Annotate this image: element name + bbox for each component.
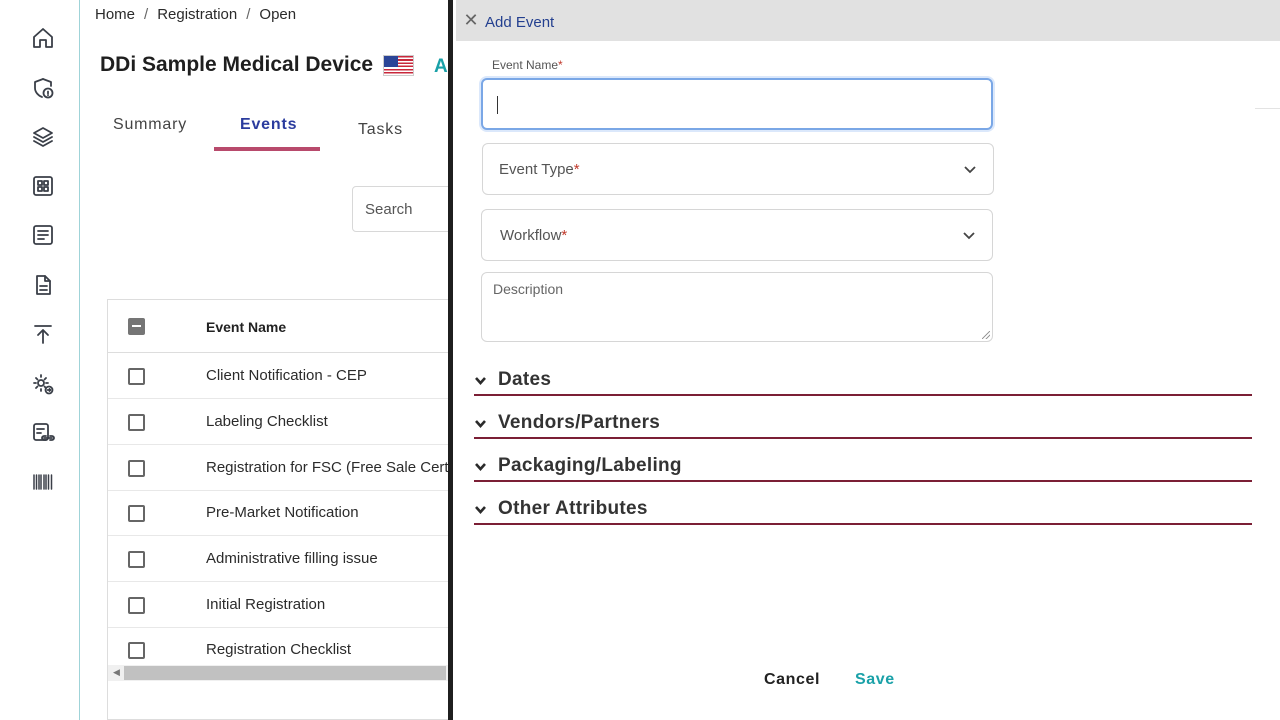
active-tab-indicator — [214, 147, 320, 151]
event-name-cell[interactable]: Registration Checklist — [206, 641, 351, 658]
events-table: Event Name Client Notification - CEP Lab… — [107, 299, 452, 720]
breadcrumb-registration[interactable]: Registration — [157, 6, 237, 23]
section-dates[interactable]: Dates — [474, 368, 1252, 396]
table-header: Event Name — [108, 300, 452, 353]
page-title: DDi Sample Medical Device — [100, 53, 374, 76]
chevron-down-icon — [474, 374, 487, 387]
file-icon[interactable] — [30, 272, 56, 298]
drawer-header: ✕ Add Event — [456, 0, 1280, 41]
section-title: Other Attributes — [498, 498, 648, 519]
description-textarea[interactable]: Description — [481, 272, 993, 342]
shield-info-icon[interactable] — [30, 75, 56, 101]
save-button[interactable]: Save — [855, 671, 895, 689]
breadcrumb-home[interactable]: Home — [95, 6, 135, 23]
row-checkbox[interactable] — [128, 597, 145, 614]
section-other-attributes[interactable]: Other Attributes — [474, 497, 1252, 525]
us-flag-icon — [383, 55, 414, 76]
column-header-event-name[interactable]: Event Name — [206, 319, 286, 335]
divider — [1255, 108, 1280, 109]
add-event-drawer: ✕ Add Event Event Name* Event Type* Work… — [456, 0, 1280, 720]
table-row[interactable]: Initial Registration — [108, 582, 452, 628]
table-row[interactable]: Labeling Checklist — [108, 399, 452, 445]
upload-icon[interactable] — [30, 321, 56, 347]
event-name-cell[interactable]: Registration for FSC (Free Sale Cert — [206, 459, 449, 476]
home-icon[interactable] — [30, 25, 56, 51]
layers-icon[interactable] — [30, 124, 56, 150]
event-name-input[interactable] — [481, 78, 993, 130]
link-document-icon[interactable] — [30, 420, 56, 446]
chevron-down-icon — [963, 162, 977, 176]
chevron-down-icon — [474, 417, 487, 430]
page-action-letter[interactable]: A — [434, 56, 448, 78]
event-name-cell[interactable]: Client Notification - CEP — [206, 367, 367, 384]
text-caret — [497, 96, 498, 114]
drawer-divider — [448, 0, 453, 720]
list-document-icon[interactable] — [30, 222, 56, 248]
select-all-checkbox[interactable] — [128, 318, 145, 335]
chevron-down-icon — [474, 460, 487, 473]
section-packaging-labeling[interactable]: Packaging/Labeling — [474, 454, 1252, 482]
section-title: Vendors/Partners — [498, 412, 661, 433]
close-icon[interactable]: ✕ — [462, 11, 480, 29]
drawer-title: Add Event — [485, 14, 555, 31]
event-type-label: Event Type* — [499, 161, 580, 178]
settings-gear-icon[interactable] — [30, 371, 56, 397]
scroll-left-icon[interactable]: ◀ — [113, 667, 120, 678]
left-nav-rail — [0, 0, 80, 720]
event-type-select[interactable]: Event Type* — [482, 143, 994, 195]
resize-handle-icon[interactable] — [982, 331, 990, 339]
search-input[interactable]: Search — [352, 186, 452, 232]
breadcrumb-open: Open — [259, 6, 297, 23]
tab-events[interactable]: Events — [240, 116, 297, 134]
row-checkbox[interactable] — [128, 368, 145, 385]
grid-icon[interactable] — [30, 173, 56, 199]
breadcrumb: Home / Registration / Open — [95, 6, 297, 23]
event-name-cell[interactable]: Labeling Checklist — [206, 413, 328, 430]
table-row[interactable]: Registration for FSC (Free Sale Cert — [108, 445, 452, 491]
event-name-cell[interactable]: Initial Registration — [206, 596, 325, 613]
description-placeholder: Description — [493, 281, 564, 297]
scrollbar-thumb[interactable] — [124, 666, 446, 680]
row-checkbox[interactable] — [128, 460, 145, 477]
section-title: Packaging/Labeling — [498, 455, 682, 476]
row-checkbox[interactable] — [128, 414, 145, 431]
event-name-label: Event Name* — [492, 58, 563, 72]
horizontal-scrollbar[interactable]: ◀ — [108, 665, 448, 681]
section-title: Dates — [498, 369, 552, 390]
tab-tasks[interactable]: Tasks — [358, 121, 403, 139]
barcode-icon[interactable] — [30, 469, 56, 495]
tab-summary[interactable]: Summary — [113, 116, 187, 134]
chevron-down-icon — [474, 503, 487, 516]
event-name-cell[interactable]: Administrative filling issue — [206, 550, 378, 567]
workflow-label: Workflow* — [500, 227, 568, 244]
row-checkbox[interactable] — [128, 505, 145, 522]
table-row[interactable]: Pre-Market Notification — [108, 490, 452, 536]
table-row[interactable]: Administrative filling issue — [108, 536, 452, 582]
row-checkbox[interactable] — [128, 642, 145, 659]
row-checkbox[interactable] — [128, 551, 145, 568]
section-vendors-partners[interactable]: Vendors/Partners — [474, 411, 1252, 439]
table-row[interactable]: Client Notification - CEP — [108, 353, 452, 399]
registration-page: Home / Registration / Open DDi Sample Medica… — [80, 0, 452, 720]
chevron-down-icon — [962, 228, 976, 242]
cancel-button[interactable]: Cancel — [764, 671, 820, 689]
workflow-select[interactable]: Workflow* — [481, 209, 993, 261]
event-name-cell[interactable]: Pre-Market Notification — [206, 504, 359, 521]
